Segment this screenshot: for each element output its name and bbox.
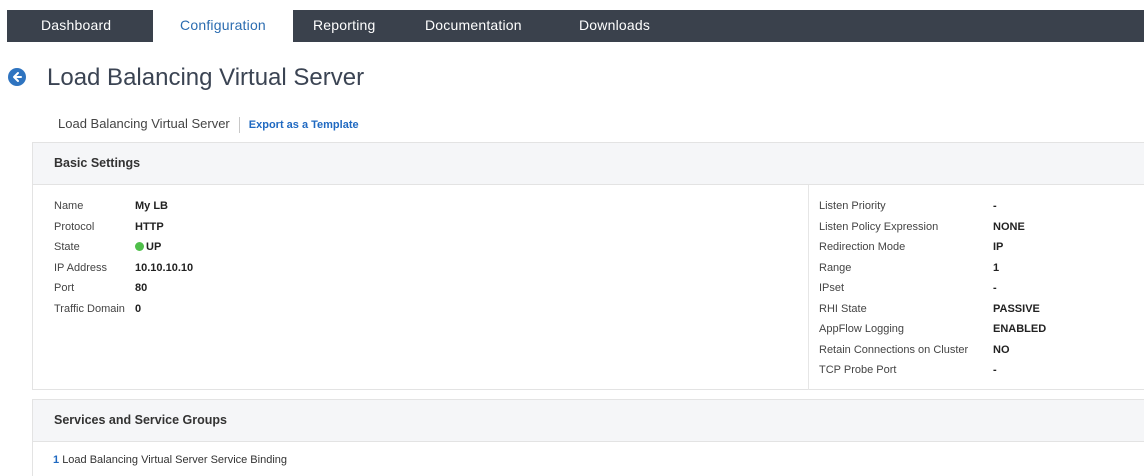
tab-reporting[interactable]: Reporting bbox=[313, 10, 403, 42]
setting-value: PASSIVE bbox=[993, 302, 1040, 315]
setting-label: Retain Connections on Cluster bbox=[819, 343, 969, 356]
setting-row-appflow-logging: AppFlow Logging ENABLED bbox=[819, 319, 1046, 340]
setting-value: 10.10.10.10 bbox=[135, 261, 194, 274]
setting-label: Redirection Mode bbox=[819, 241, 906, 253]
setting-value: My LB bbox=[135, 200, 168, 212]
basic-settings-left-list: Name My LB Protocol HTTP State UP IP Addres… bbox=[54, 196, 193, 319]
setting-row-name: Name My LB bbox=[54, 196, 193, 217]
column-divider bbox=[808, 185, 809, 390]
setting-value: HTTP bbox=[135, 220, 164, 233]
service-binding-link[interactable]: 1 Load Balancing Virtual Server Service … bbox=[53, 454, 287, 466]
setting-label: RHI State bbox=[819, 302, 867, 315]
setting-row-rhi-state: RHI State PASSIVE bbox=[819, 299, 1046, 320]
setting-label: Name bbox=[54, 200, 84, 212]
breadcrumb: Load Balancing Virtual Server Export as a… bbox=[58, 116, 359, 133]
back-arrow-icon[interactable] bbox=[8, 68, 26, 86]
breadcrumb-current: Load Balancing Virtual Server bbox=[58, 116, 230, 131]
setting-row-ip-address: IP Address 10.10.10.10 bbox=[54, 258, 193, 279]
setting-value: 1 bbox=[993, 261, 1000, 274]
setting-label: TCP Probe Port bbox=[819, 364, 897, 376]
setting-row-listen-priority: Listen Priority - bbox=[819, 196, 1046, 217]
setting-label: Listen Priority bbox=[819, 200, 886, 212]
setting-value: 0 bbox=[135, 302, 142, 315]
setting-label: IP Address bbox=[54, 261, 107, 274]
page-title: Load Balancing Virtual Server bbox=[47, 64, 365, 91]
setting-row-ipset: IPset - bbox=[819, 278, 1046, 299]
setting-row-range: Range 1 bbox=[819, 258, 1046, 279]
tab-dashboard[interactable]: Dashboard bbox=[41, 10, 161, 42]
basic-settings-right-list: Listen Priority - Listen Policy Expressio… bbox=[819, 196, 1046, 381]
setting-row-traffic-domain: Traffic Domain 0 bbox=[54, 299, 193, 320]
setting-label: Range bbox=[819, 261, 852, 274]
basic-settings-panel: Basic Settings Name My LB Protocol HTTP St… bbox=[32, 142, 1144, 390]
tab-downloads[interactable]: Downloads bbox=[579, 10, 679, 42]
setting-value: UP bbox=[146, 241, 162, 253]
setting-label: Protocol bbox=[54, 220, 95, 233]
breadcrumb-divider bbox=[238, 116, 240, 133]
setting-row-protocol: Protocol HTTP bbox=[54, 217, 193, 238]
tab-configuration[interactable]: Configuration bbox=[153, 10, 293, 44]
top-navigation-bar: Dashboard Configuration Reporting Docume… bbox=[7, 10, 1144, 44]
setting-value: 80 bbox=[135, 282, 148, 294]
setting-label: Listen Policy Expression bbox=[819, 220, 939, 233]
setting-row-port: Port 80 bbox=[54, 278, 193, 299]
setting-value: IP bbox=[993, 241, 1004, 253]
status-up-icon bbox=[135, 242, 144, 251]
setting-value: - bbox=[993, 364, 997, 376]
binding-label: Load Balancing Virtual Server Service Bi… bbox=[62, 454, 288, 466]
setting-row-tcp-probe-port: TCP Probe Port - bbox=[819, 360, 1046, 381]
setting-row-retain-connections: Retain Connections on Cluster NO bbox=[819, 340, 1046, 361]
setting-label: AppFlow Logging bbox=[819, 323, 905, 335]
setting-value: - bbox=[993, 282, 997, 294]
setting-value: NO bbox=[993, 343, 1010, 356]
setting-label: Port bbox=[54, 282, 75, 294]
setting-value: ENABLED bbox=[993, 323, 1047, 335]
basic-settings-header[interactable]: Basic Settings bbox=[33, 143, 1144, 185]
binding-count: 1 bbox=[53, 454, 60, 466]
export-as-template-link[interactable]: Export as a Template bbox=[249, 119, 359, 131]
services-panel: Services and Service Groups 1 Load Balan… bbox=[32, 399, 1144, 476]
setting-value: - bbox=[993, 200, 997, 212]
tab-documentation[interactable]: Documentation bbox=[425, 10, 555, 42]
services-header[interactable]: Services and Service Groups bbox=[33, 400, 1144, 442]
setting-label: State bbox=[54, 241, 80, 253]
setting-label: IPset bbox=[819, 282, 845, 294]
setting-row-redirection-mode: Redirection Mode IP bbox=[819, 237, 1046, 258]
setting-label: Traffic Domain bbox=[54, 302, 125, 315]
setting-row-listen-policy-expression: Listen Policy Expression NONE bbox=[819, 217, 1046, 238]
setting-value: NONE bbox=[993, 220, 1025, 233]
setting-row-state: State UP bbox=[54, 237, 193, 258]
